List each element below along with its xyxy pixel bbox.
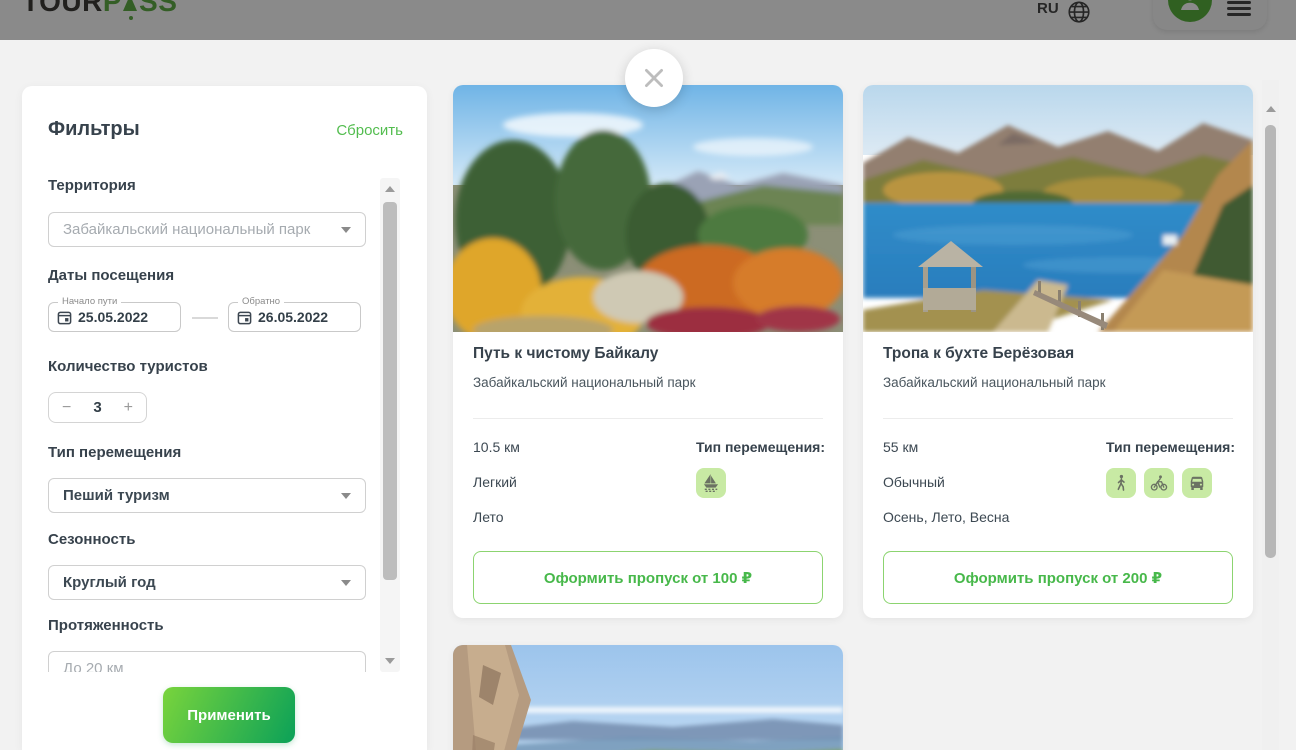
- route-difficulty: Обычный: [883, 474, 945, 490]
- get-pass-button[interactable]: Оформить пропуск от 100 ₽: [473, 551, 823, 604]
- date-start-legend: Начало пути: [58, 296, 121, 307]
- date-start-value: 25.05.2022: [78, 309, 148, 325]
- calendar-icon: [57, 310, 72, 325]
- date-end-value: 26.05.2022: [258, 309, 328, 325]
- route-photo-cliff-bay: [453, 645, 843, 750]
- route-card[interactable]: Тропа к бухте Берёзовая Забайкальский на…: [863, 85, 1253, 618]
- scroll-down-icon[interactable]: [385, 658, 395, 664]
- routes-modal: Фильтры Сбросить Территория Забайкальски…: [0, 40, 1296, 750]
- divider: [473, 418, 823, 419]
- chevron-down-icon: [341, 580, 351, 586]
- scroll-up-icon[interactable]: [1266, 106, 1276, 112]
- length-select[interactable]: До 20 км: [48, 651, 366, 672]
- reset-filters-link[interactable]: Сбросить: [336, 122, 403, 139]
- filters-title: Фильтры: [48, 118, 140, 141]
- movement-types-label: Тип перемещения:: [696, 439, 825, 455]
- movement-select[interactable]: Пеший туризм: [48, 478, 366, 513]
- close-icon: [641, 65, 667, 91]
- panel-scrollbar[interactable]: [380, 178, 400, 672]
- route-distance: 10.5 км: [473, 439, 520, 455]
- route-photo-autumn-forest: [453, 85, 843, 332]
- car-icon: [1182, 468, 1212, 498]
- movement-value: Пеший туризм: [63, 487, 170, 504]
- territory-value: Забайкальский национальный парк: [63, 221, 310, 238]
- divider: [883, 418, 1233, 419]
- route-park: Забайкальский национальный парк: [883, 375, 1106, 390]
- movement-types: [696, 468, 726, 498]
- tourists-label: Количество туристов: [48, 358, 208, 375]
- length-label: Протяженность: [48, 617, 164, 634]
- movement-types-label: Тип перемещения:: [1106, 439, 1235, 455]
- route-card[interactable]: [453, 645, 843, 750]
- close-modal-button[interactable]: [625, 49, 683, 107]
- route-title: Путь к чистому Байкалу: [473, 345, 658, 363]
- modal-backdrop: [0, 0, 1296, 40]
- route-seasons: Осень, Лето, Весна: [883, 509, 1009, 525]
- page-scrollbar[interactable]: [1262, 80, 1279, 750]
- chevron-down-icon: [341, 227, 351, 233]
- date-end-legend: Обратно: [238, 296, 284, 307]
- chevron-down-icon: [341, 493, 351, 499]
- route-card[interactable]: Путь к чистому Байкалу Забайкальский нац…: [453, 85, 843, 618]
- tourists-count: 3: [93, 399, 101, 416]
- territory-select[interactable]: Забайкальский национальный парк: [48, 212, 366, 247]
- route-photo-lake-gazebo: [863, 85, 1253, 332]
- stepper-minus-button[interactable]: −: [62, 400, 71, 416]
- route-seasons: Лето: [473, 509, 504, 525]
- length-value: До 20 км: [63, 660, 124, 672]
- apply-filters-button[interactable]: Применить: [163, 687, 295, 743]
- date-start-field[interactable]: Начало пути 25.05.2022: [48, 302, 181, 332]
- date-end-field[interactable]: Обратно 26.05.2022: [228, 302, 361, 332]
- date-range-dash: [192, 317, 218, 319]
- hiking-icon: [1106, 468, 1136, 498]
- movement-types: [1106, 468, 1212, 498]
- stepper-plus-button[interactable]: +: [124, 400, 133, 416]
- panel-scrollbar-thumb[interactable]: [383, 202, 397, 580]
- page-scrollbar-thumb[interactable]: [1265, 125, 1276, 558]
- route-difficulty: Легкий: [473, 474, 517, 490]
- route-park: Забайкальский национальный парк: [473, 375, 696, 390]
- season-value: Круглый год: [63, 574, 156, 591]
- dates-label: Даты посещения: [48, 267, 174, 284]
- filters-panel: Фильтры Сбросить Территория Забайкальски…: [22, 86, 427, 750]
- scroll-up-icon[interactable]: [385, 186, 395, 192]
- route-title: Тропа к бухте Берёзовая: [883, 345, 1074, 363]
- get-pass-button[interactable]: Оформить пропуск от 200 ₽: [883, 551, 1233, 604]
- cycling-icon: [1144, 468, 1174, 498]
- route-distance: 55 км: [883, 439, 918, 455]
- calendar-icon: [237, 310, 252, 325]
- movement-label: Тип перемещения: [48, 444, 181, 461]
- length-select-clipped: До 20 км: [48, 651, 366, 672]
- season-select[interactable]: Круглый год: [48, 565, 366, 600]
- sailing-icon: [696, 468, 726, 498]
- territory-label: Территория: [48, 177, 136, 194]
- season-label: Сезонность: [48, 531, 135, 548]
- tourists-stepper: − 3 +: [48, 392, 147, 423]
